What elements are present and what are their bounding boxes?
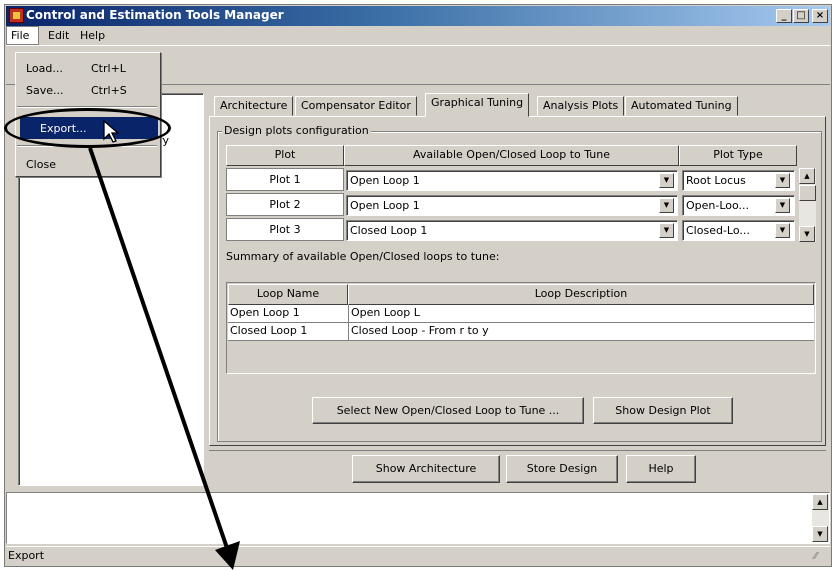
menubar: [6, 26, 830, 45]
show-design-plot-button[interactable]: Show Design Plot: [593, 397, 733, 424]
menu-item-save-shortcut: Ctrl+S: [91, 84, 127, 97]
scroll-up-icon[interactable]: ▲: [799, 168, 815, 184]
loop-select[interactable]: Open Loop 1: [346, 195, 678, 216]
table-row[interactable]: [228, 305, 814, 323]
chevron-down-icon[interactable]: ▼: [775, 223, 790, 238]
menu-file[interactable]: File: [11, 29, 29, 42]
chevron-down-icon[interactable]: ▼: [659, 223, 674, 238]
column-divider: [348, 305, 349, 323]
window-title: Control and Estimation Tools Manager: [26, 8, 284, 22]
scroll-down-icon[interactable]: ▼: [799, 226, 815, 242]
maximize-button[interactable]: □: [793, 9, 809, 23]
tab-automated-tuning[interactable]: Automated Tuning: [625, 96, 738, 116]
tab-compensator-editor[interactable]: Compensator Editor: [295, 96, 417, 116]
menu-item-save[interactable]: Save...: [26, 84, 64, 97]
scroll-down-icon[interactable]: ▼: [812, 526, 828, 542]
help-button[interactable]: Help: [626, 455, 696, 483]
chevron-down-icon[interactable]: ▼: [659, 173, 674, 188]
table-row-clip: Plot 3 Closed Loop 1 ▼ Closed-Lo... ▼: [226, 218, 798, 242]
header-loop-description: Loop Description: [348, 284, 814, 305]
chevron-down-icon[interactable]: ▼: [659, 198, 674, 213]
scroll-thumb[interactable]: [799, 185, 816, 201]
scroll-up-icon[interactable]: ▲: [812, 494, 828, 510]
tab-graphical-tuning[interactable]: Graphical Tuning: [425, 93, 530, 117]
chevron-down-icon[interactable]: ▼: [775, 198, 790, 213]
chevron-down-icon[interactable]: ▼: [775, 173, 790, 188]
store-design-button[interactable]: Store Design: [506, 455, 618, 483]
loop-select[interactable]: Open Loop 1: [346, 170, 678, 191]
show-architecture-button[interactable]: Show Architecture: [352, 455, 500, 483]
annotation-arrow-shaft: [88, 147, 229, 549]
annotation-arrow: [88, 147, 240, 570]
resize-grip-icon[interactable]: ⁄⁄: [814, 551, 817, 562]
header-plot-type: Plot Type: [679, 145, 797, 166]
menu-help[interactable]: Help: [80, 29, 105, 42]
loop-description-cell: Open Loop L: [351, 306, 420, 319]
status-text: Export: [8, 549, 45, 562]
tab-architecture[interactable]: Architecture: [214, 96, 294, 116]
column-divider: [348, 323, 349, 341]
header-available-loop: Available Open/Closed Loop to Tune: [344, 145, 679, 166]
menu-item-close[interactable]: Close: [26, 158, 56, 171]
menu-item-load[interactable]: Load...: [26, 62, 63, 75]
table-row[interactable]: [228, 323, 814, 341]
select-new-loop-button[interactable]: Select New Open/Closed Loop to Tune ...: [312, 397, 584, 424]
loop-description-cell: Closed Loop - From r to y: [351, 324, 489, 337]
loop-select[interactable]: Closed Loop 1: [346, 220, 678, 241]
tab-analysis-plots[interactable]: Analysis Plots: [537, 96, 625, 116]
app-icon: [9, 8, 24, 23]
menu-edit[interactable]: Edit: [48, 29, 69, 42]
close-button[interactable]: ×: [812, 9, 828, 23]
minimize-button[interactable]: _: [776, 9, 792, 23]
menu-item-load-shortcut: Ctrl+L: [91, 62, 126, 75]
